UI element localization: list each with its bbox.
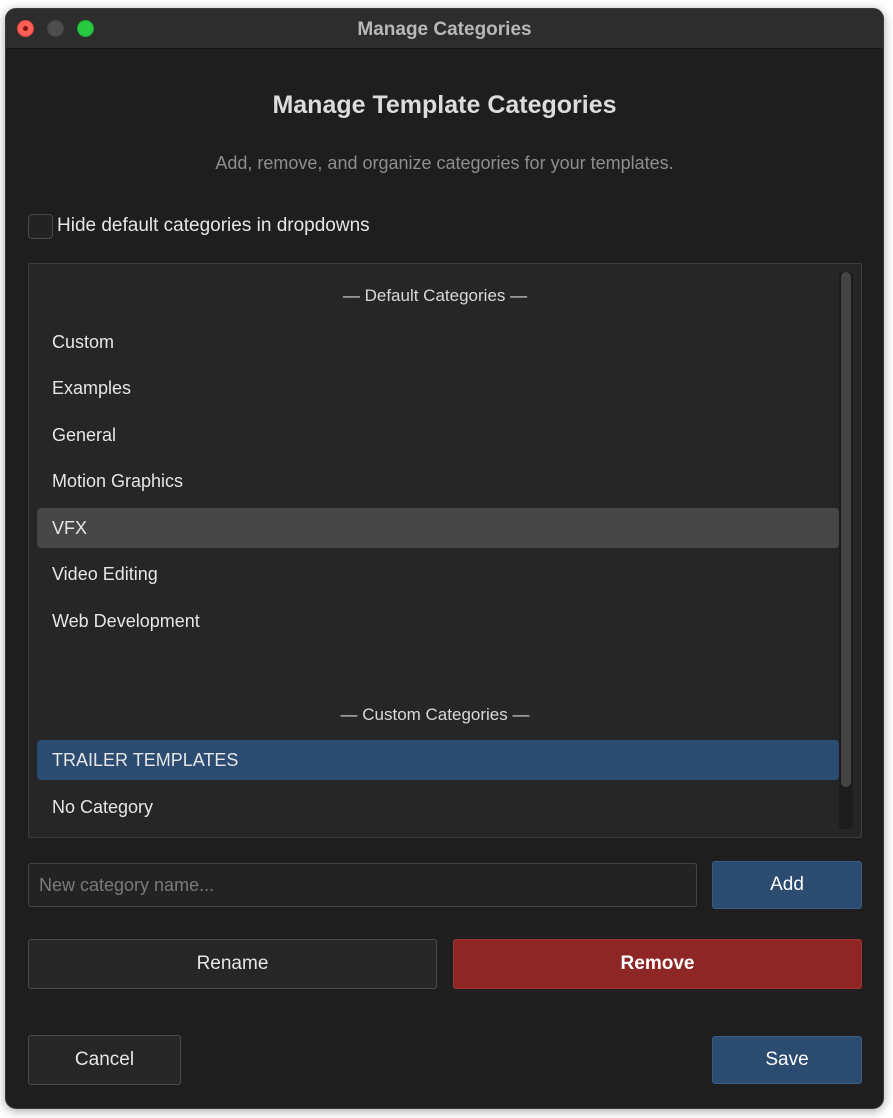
list-item[interactable]: Video Editing bbox=[37, 554, 839, 594]
category-list[interactable]: — Default Categories — Custom Examples G… bbox=[28, 263, 862, 838]
hide-defaults-checkbox[interactable] bbox=[28, 213, 53, 239]
list-item-hovered[interactable]: VFX bbox=[37, 508, 839, 548]
list-item[interactable]: Motion Graphics bbox=[37, 461, 839, 501]
list-item[interactable]: Examples bbox=[37, 368, 839, 408]
manage-categories-window: Manage Categories Manage Template Catego… bbox=[5, 8, 884, 1109]
custom-categories-header: — Custom Categories — bbox=[340, 705, 530, 724]
add-button[interactable]: Add bbox=[712, 861, 862, 909]
list-item-label: Custom bbox=[52, 332, 115, 352]
default-categories-header: — Default Categories — bbox=[342, 286, 528, 305]
list-item-label: Examples bbox=[52, 378, 132, 398]
list-item-label: Web Development bbox=[52, 611, 200, 631]
rename-button[interactable]: Rename bbox=[28, 939, 437, 989]
list-item-label: No Category bbox=[52, 797, 154, 817]
list-item-selected[interactable]: TRAILER TEMPLATES bbox=[37, 740, 839, 780]
window-title: Manage Categories bbox=[357, 19, 532, 40]
hide-defaults-label[interactable]: Hide default categories in dropdowns bbox=[57, 215, 370, 237]
list-item-label: Motion Graphics bbox=[52, 471, 184, 491]
list-item-label: General bbox=[52, 425, 117, 445]
list-scrollbar[interactable] bbox=[839, 272, 853, 829]
list-item[interactable]: Custom bbox=[37, 322, 839, 362]
list-item[interactable]: Web Development bbox=[37, 601, 839, 641]
list-item[interactable]: No Category bbox=[37, 787, 839, 827]
list-item[interactable]: General bbox=[37, 415, 839, 455]
save-button[interactable]: Save bbox=[712, 1036, 862, 1084]
dialog-subtitle: Add, remove, and organize categories for… bbox=[215, 153, 674, 173]
dialog-heading: Manage Template Categories bbox=[272, 91, 617, 119]
hide-defaults-option[interactable]: Hide default categories in dropdowns bbox=[28, 212, 370, 240]
list-item-label: VFX bbox=[52, 518, 88, 538]
list-item-label: TRAILER TEMPLATES bbox=[52, 750, 239, 770]
list-item-label: Video Editing bbox=[52, 564, 158, 584]
title-bar: Manage Categories bbox=[6, 9, 883, 49]
remove-button[interactable]: Remove bbox=[453, 939, 862, 989]
list-scrollbar-thumb[interactable] bbox=[841, 272, 851, 787]
cancel-button[interactable]: Cancel bbox=[28, 1035, 181, 1085]
new-category-input[interactable] bbox=[28, 863, 697, 907]
